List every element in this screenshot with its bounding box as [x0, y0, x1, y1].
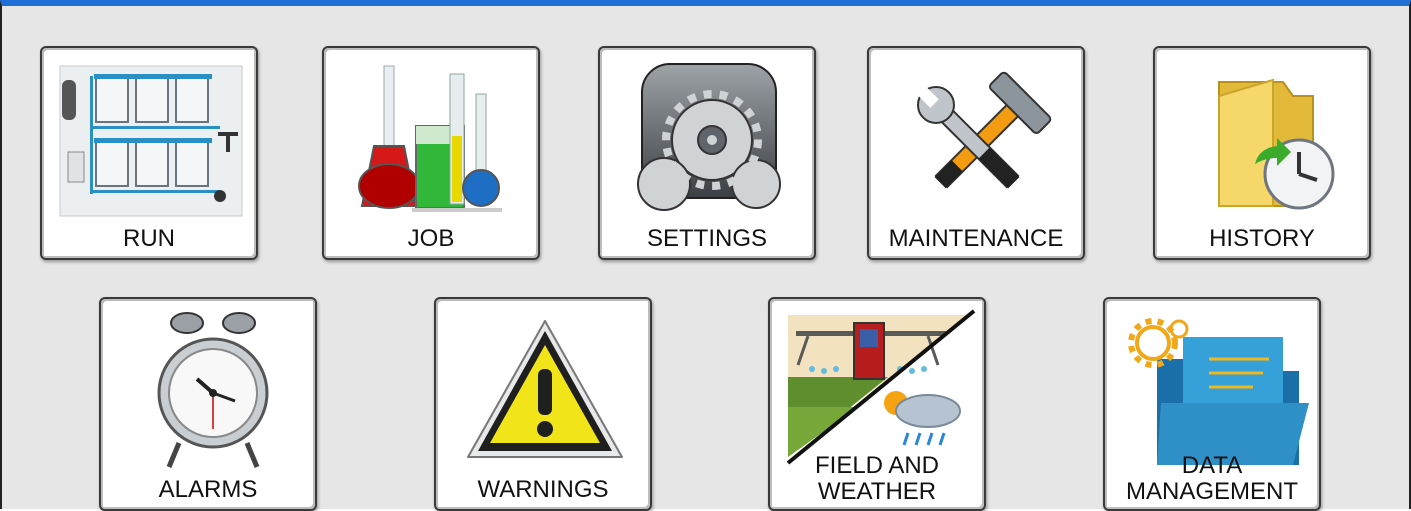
settings-label: SETTINGS — [646, 225, 767, 252]
run-label: RUN — [123, 225, 175, 252]
data-management-button[interactable]: DATA MANAGEMENT — [1103, 297, 1321, 511]
field-and-weather-label-line2: WEATHER — [817, 478, 937, 505]
sprayer-tanks-icon — [50, 56, 248, 222]
run-button[interactable]: RUN — [40, 46, 258, 260]
warnings-label: WARNINGS — [477, 476, 609, 503]
alarms-button[interactable]: ALARMS — [99, 297, 317, 511]
settings-button[interactable]: SETTINGS — [598, 46, 816, 260]
hammer-wrench-icon — [877, 56, 1075, 222]
job-button[interactable]: JOB — [322, 46, 540, 260]
alarm-clock-icon — [109, 307, 307, 473]
warnings-button[interactable]: WARNINGS — [434, 297, 652, 511]
job-label: JOB — [407, 225, 455, 252]
history-button[interactable]: HISTORY — [1153, 46, 1371, 260]
gears-icon — [608, 56, 806, 222]
maintenance-label: MAINTENANCE — [888, 225, 1064, 252]
warning-triangle-icon — [444, 307, 642, 473]
field-and-weather-label-line1: FIELD AND — [814, 452, 940, 479]
main-menu-panel: RUN JOB SETTINGS MAINTENANCE HISTORY ALA… — [0, 0, 1411, 511]
maintenance-button[interactable]: MAINTENANCE — [867, 46, 1085, 260]
data-management-label-line2: MANAGEMENT — [1125, 478, 1298, 505]
folder-clock-icon — [1163, 56, 1361, 222]
field-weather-icon — [778, 307, 976, 473]
field-and-weather-label: FIELD AND WEATHER — [770, 453, 984, 505]
data-folder-icon — [1113, 307, 1311, 473]
alarms-label: ALARMS — [158, 476, 258, 503]
field-and-weather-button[interactable]: FIELD AND WEATHER — [768, 297, 986, 511]
history-label: HISTORY — [1209, 225, 1315, 252]
data-management-label-line1: DATA — [1181, 452, 1243, 479]
data-management-label: DATA MANAGEMENT — [1105, 453, 1319, 505]
lab-flasks-icon — [332, 56, 530, 222]
